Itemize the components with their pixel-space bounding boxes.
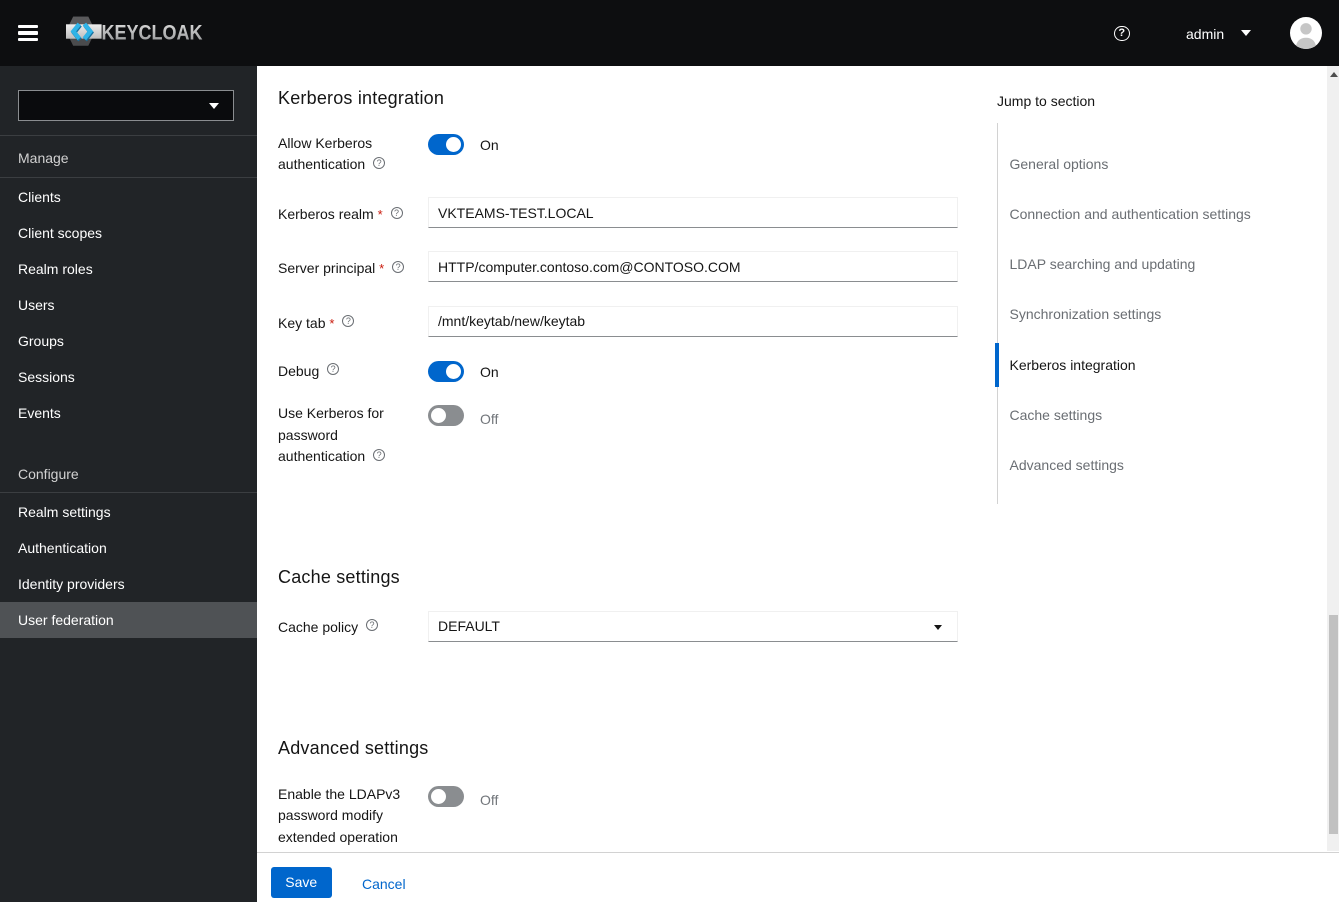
svg-text:KEYCLOAK: KEYCLOAK — [102, 21, 203, 45]
